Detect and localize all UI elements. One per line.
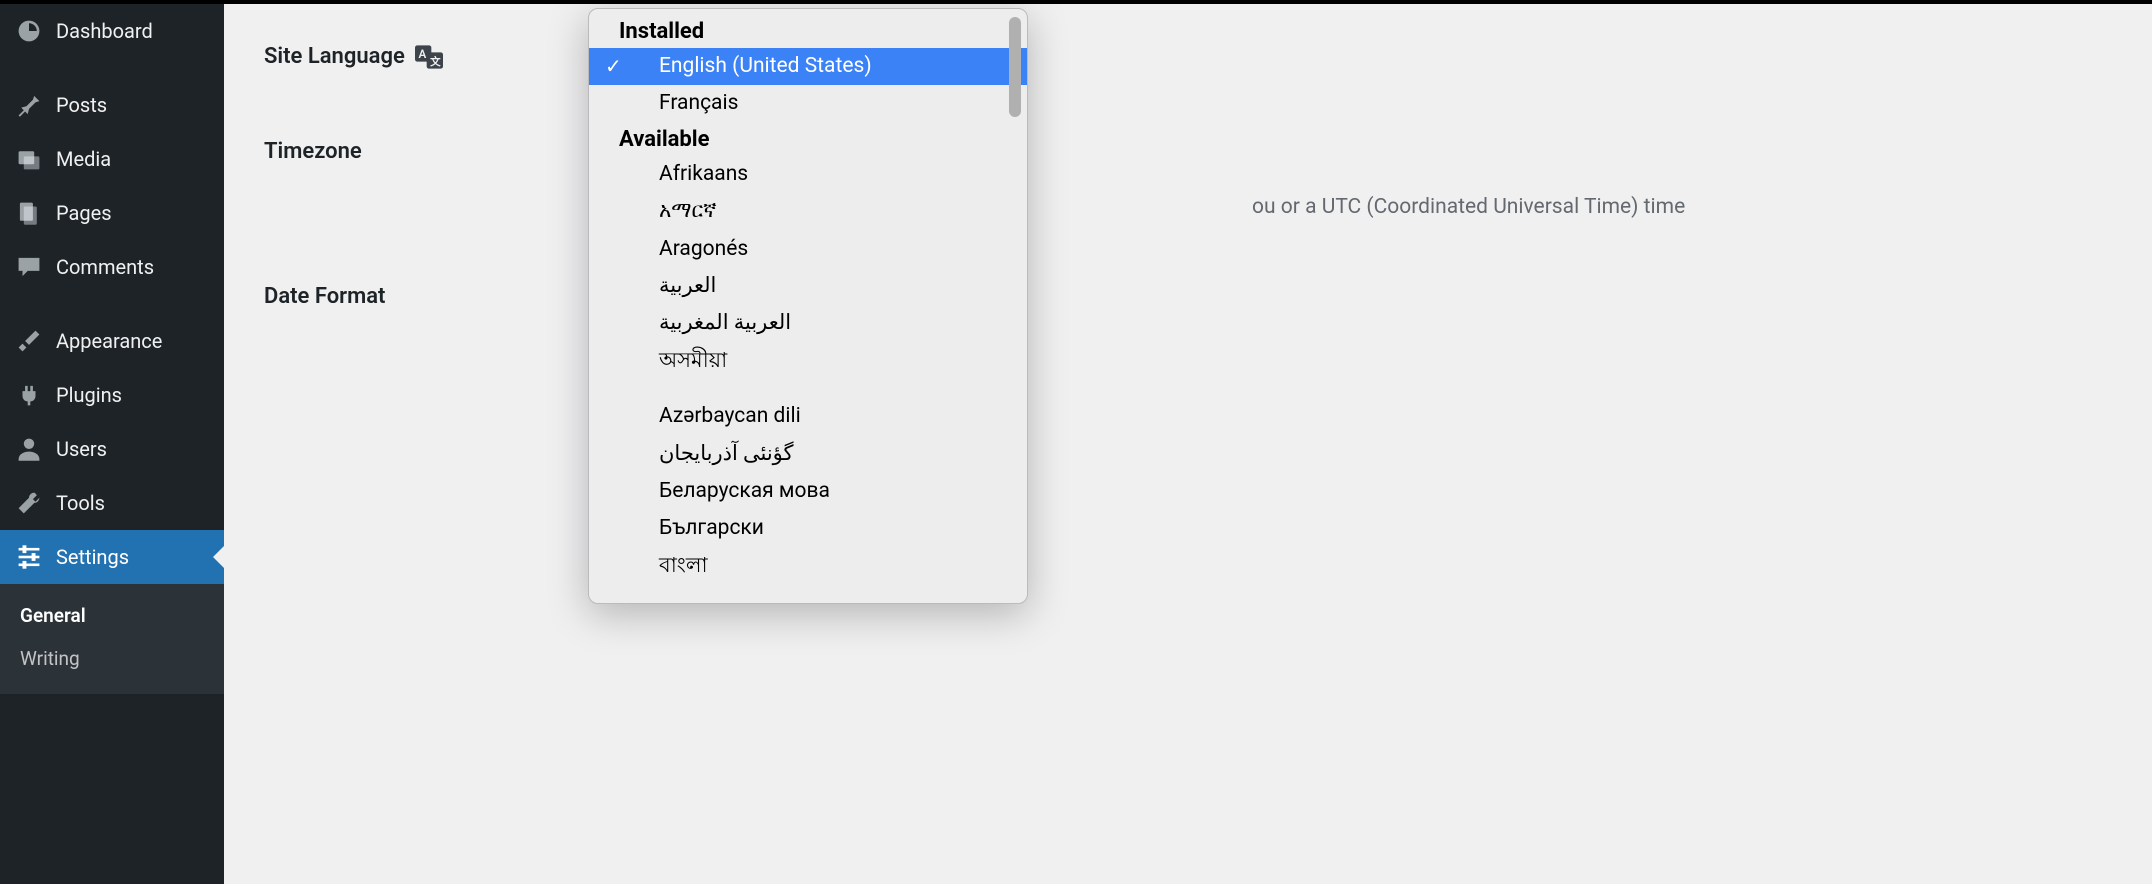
sidebar-item-label: Tools	[56, 491, 105, 515]
pin-icon	[16, 92, 42, 118]
dropdown-option[interactable]	[589, 585, 1027, 603]
submenu-item-writing[interactable]: Writing	[0, 637, 224, 680]
dropdown-option[interactable]: العربية	[589, 268, 1027, 305]
dropdown-option[interactable]: English (United States)	[589, 48, 1027, 85]
page-icon	[16, 200, 42, 226]
admin-sidebar: Dashboard Posts Media Pages Comments App…	[0, 4, 224, 884]
dropdown-option[interactable]: অসমীয়া	[589, 343, 1027, 380]
site-language-dropdown[interactable]: InstalledEnglish (United States)Français…	[588, 8, 1028, 604]
brush-icon	[16, 328, 42, 354]
timezone-description: ou or a UTC (Coordinated Universal Time)…	[1252, 192, 2152, 224]
submenu-item-general[interactable]: General	[0, 594, 224, 637]
sidebar-item-label: Pages	[56, 201, 112, 225]
svg-text:A: A	[418, 47, 426, 61]
sidebar-item-label: Appearance	[56, 329, 162, 353]
dropdown-option[interactable]: Afrikaans	[589, 156, 1027, 193]
sidebar-item-label: Media	[56, 147, 111, 171]
dropdown-option[interactable]: বাংলা	[589, 548, 1027, 585]
dropdown-option[interactable]: Azərbaycan dili	[589, 398, 1027, 435]
sliders-icon	[16, 544, 42, 570]
row-site-language: Site Language A文	[264, 44, 2112, 69]
dashboard-icon	[16, 18, 42, 44]
comment-icon	[16, 254, 42, 280]
sidebar-item-comments[interactable]: Comments	[0, 240, 224, 294]
site-language-label: Site Language A文	[264, 44, 584, 69]
date-format-label: Date Format	[264, 284, 584, 309]
sidebar-item-tools[interactable]: Tools	[0, 476, 224, 530]
dropdown-option[interactable]: العربية المغربية	[589, 305, 1027, 342]
settings-submenu: General Writing	[0, 584, 224, 694]
sidebar-item-label: Comments	[56, 255, 154, 279]
sidebar-item-label: Settings	[56, 545, 129, 569]
sidebar-item-media[interactable]: Media	[0, 132, 224, 186]
dropdown-group-label: Available	[589, 123, 1027, 156]
plug-icon	[16, 382, 42, 408]
sidebar-item-label: Users	[56, 437, 107, 461]
dropdown-option[interactable]	[589, 380, 1027, 398]
sidebar-item-label: Plugins	[56, 383, 122, 407]
sidebar-item-label: Dashboard	[56, 19, 153, 43]
row-date-format: Date Format	[264, 284, 2112, 309]
timezone-desc-text: ou or a UTC (Coordinated Universal Time)…	[1252, 195, 1685, 219]
sidebar-item-users[interactable]: Users	[0, 422, 224, 476]
sidebar-item-appearance[interactable]: Appearance	[0, 314, 224, 368]
dropdown-option[interactable]: گؤنئی آذربایجان	[589, 436, 1027, 473]
sidebar-item-pages[interactable]: Pages	[0, 186, 224, 240]
media-icon	[16, 146, 42, 172]
translate-icon: A文	[415, 45, 443, 69]
dropdown-option[interactable]: Български	[589, 510, 1027, 547]
sidebar-item-label: Posts	[56, 93, 107, 117]
sidebar-item-settings[interactable]: Settings	[0, 530, 224, 584]
svg-text:文: 文	[429, 55, 441, 68]
user-icon	[16, 436, 42, 462]
dropdown-option[interactable]: Беларуская мова	[589, 473, 1027, 510]
settings-general-panel: Site Language A文 Timezone ou or a UTC (C…	[224, 4, 2152, 884]
wrench-icon	[16, 490, 42, 516]
sidebar-item-plugins[interactable]: Plugins	[0, 368, 224, 422]
dropdown-scrollbar[interactable]	[1009, 17, 1021, 117]
label-text: Site Language	[264, 44, 405, 69]
dropdown-listbox[interactable]: InstalledEnglish (United States)Français…	[589, 9, 1027, 603]
dropdown-option[interactable]: አማርኛ	[589, 193, 1027, 230]
sidebar-item-dashboard[interactable]: Dashboard	[0, 4, 224, 58]
sidebar-item-posts[interactable]: Posts	[0, 78, 224, 132]
dropdown-option[interactable]: Aragonés	[589, 231, 1027, 268]
dropdown-group-label: Installed	[589, 15, 1027, 48]
timezone-label: Timezone	[264, 139, 584, 164]
row-timezone: Timezone ou or a UTC (Coordinated Univer…	[264, 139, 2112, 164]
dropdown-option[interactable]: Français	[589, 85, 1027, 122]
